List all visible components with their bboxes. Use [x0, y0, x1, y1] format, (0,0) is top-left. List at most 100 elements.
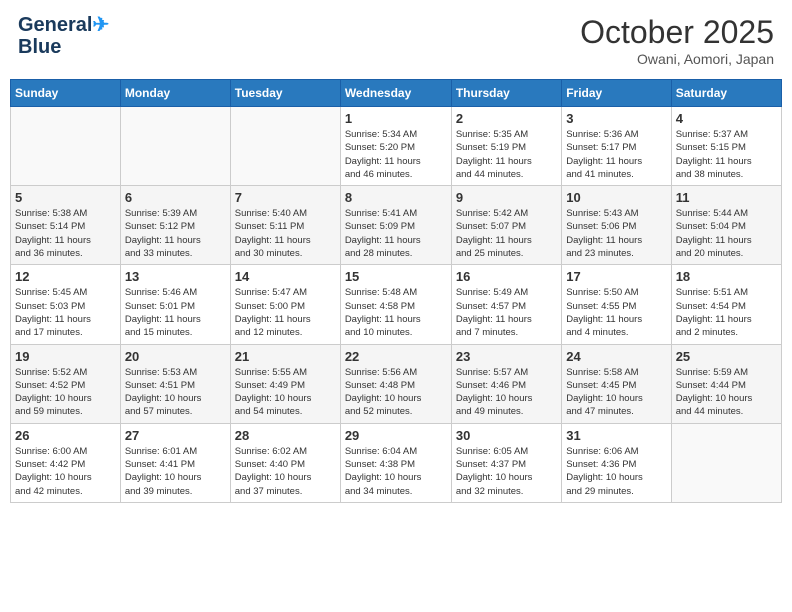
day-number: 2: [456, 111, 557, 126]
day-number: 28: [235, 428, 336, 443]
weekday-header-monday: Monday: [120, 80, 230, 107]
calendar-cell: 16Sunrise: 5:49 AM Sunset: 4:57 PM Dayli…: [451, 265, 561, 344]
calendar-cell: 31 Sunrise: 6:06 AM Sunset: 4:36 PM Dayli…: [562, 423, 671, 502]
week-row-2: 5 Sunrise: 5:38 AM Sunset: 5:14 PM Daylig…: [11, 186, 782, 265]
week-row-3: 12Sunrise: 5:45 AM Sunset: 5:03 PM Dayli…: [11, 265, 782, 344]
calendar-cell: 7Sunrise: 5:40 AM Sunset: 5:11 PM Daylig…: [230, 186, 340, 265]
calendar-cell: 18Sunrise: 5:51 AM Sunset: 4:54 PM Dayli…: [671, 265, 781, 344]
calendar-cell: 17 Sunrise: 5:50 AM Sunset: 4:55 PM Dayli…: [562, 265, 671, 344]
calendar-cell: 12Sunrise: 5:45 AM Sunset: 5:03 PM Dayli…: [11, 265, 121, 344]
calendar-cell: 24 Sunrise: 5:58 AM Sunset: 4:45 PM Dayli…: [562, 344, 671, 423]
day-number: 24: [566, 349, 666, 364]
title-section: October 2025 Owani, Aomori, Japan: [580, 14, 774, 67]
day-info: Sunrise: 5:53 AM Sunset: 4:51 PM Dayligh…: [125, 366, 226, 419]
calendar-cell: [120, 107, 230, 186]
calendar-cell: [671, 423, 781, 502]
weekday-header-wednesday: Wednesday: [340, 80, 451, 107]
day-number: 26: [15, 428, 116, 443]
calendar-cell: 6Sunrise: 5:39 AM Sunset: 5:12 PM Daylig…: [120, 186, 230, 265]
month-title: October 2025: [580, 14, 774, 51]
logo: General✈Blue: [18, 14, 109, 58]
calendar-cell: 25 Sunrise: 5:59 AM Sunset: 4:44 PM Dayli…: [671, 344, 781, 423]
day-info: Sunrise: 5:42 AM Sunset: 5:07 PM Dayligh…: [456, 207, 557, 260]
day-info: Sunrise: 5:40 AM Sunset: 5:11 PM Dayligh…: [235, 207, 336, 260]
calendar-cell: 9 Sunrise: 5:42 AM Sunset: 5:07 PM Daylig…: [451, 186, 561, 265]
day-info: Sunrise: 6:00 AM Sunset: 4:42 PM Dayligh…: [15, 445, 116, 498]
day-number: 3: [566, 111, 666, 126]
calendar-cell: [11, 107, 121, 186]
day-info: Sunrise: 6:02 AM Sunset: 4:40 PM Dayligh…: [235, 445, 336, 498]
day-info: Sunrise: 5:59 AM Sunset: 4:44 PM Dayligh…: [676, 366, 777, 419]
day-number: 12: [15, 269, 116, 284]
day-info: Sunrise: 5:56 AM Sunset: 4:48 PM Dayligh…: [345, 366, 447, 419]
calendar-cell: 15 Sunrise: 5:48 AM Sunset: 4:58 PM Dayli…: [340, 265, 451, 344]
day-info: Sunrise: 5:43 AM Sunset: 5:06 PM Dayligh…: [566, 207, 666, 260]
day-info: Sunrise: 6:04 AM Sunset: 4:38 PM Dayligh…: [345, 445, 447, 498]
day-number: 25: [676, 349, 777, 364]
day-info: Sunrise: 5:36 AM Sunset: 5:17 PM Dayligh…: [566, 128, 666, 181]
day-info: Sunrise: 5:57 AM Sunset: 4:46 PM Dayligh…: [456, 366, 557, 419]
page-header: General✈Blue October 2025 Owani, Aomori,…: [10, 10, 782, 71]
day-info: Sunrise: 5:41 AM Sunset: 5:09 PM Dayligh…: [345, 207, 447, 260]
day-number: 31: [566, 428, 666, 443]
calendar-cell: 22 Sunrise: 5:56 AM Sunset: 4:48 PM Dayli…: [340, 344, 451, 423]
day-info: Sunrise: 5:50 AM Sunset: 4:55 PM Dayligh…: [566, 286, 666, 339]
day-info: Sunrise: 5:37 AM Sunset: 5:15 PM Dayligh…: [676, 128, 777, 181]
calendar-cell: 14Sunrise: 5:47 AM Sunset: 5:00 PM Dayli…: [230, 265, 340, 344]
week-row-1: 1Sunrise: 5:34 AM Sunset: 5:20 PM Daylig…: [11, 107, 782, 186]
day-number: 15: [345, 269, 447, 284]
calendar-cell: 20 Sunrise: 5:53 AM Sunset: 4:51 PM Dayli…: [120, 344, 230, 423]
day-number: 22: [345, 349, 447, 364]
week-row-5: 26 Sunrise: 6:00 AM Sunset: 4:42 PM Dayli…: [11, 423, 782, 502]
logo-text: General✈Blue: [18, 14, 109, 58]
day-info: Sunrise: 6:05 AM Sunset: 4:37 PM Dayligh…: [456, 445, 557, 498]
day-number: 30: [456, 428, 557, 443]
day-info: Sunrise: 5:46 AM Sunset: 5:01 PM Dayligh…: [125, 286, 226, 339]
calendar-cell: 21 Sunrise: 5:55 AM Sunset: 4:49 PM Dayli…: [230, 344, 340, 423]
day-info: Sunrise: 5:38 AM Sunset: 5:14 PM Dayligh…: [15, 207, 116, 260]
day-number: 21: [235, 349, 336, 364]
day-info: Sunrise: 5:55 AM Sunset: 4:49 PM Dayligh…: [235, 366, 336, 419]
day-number: 29: [345, 428, 447, 443]
day-number: 16: [456, 269, 557, 284]
weekday-header-saturday: Saturday: [671, 80, 781, 107]
day-info: Sunrise: 5:35 AM Sunset: 5:19 PM Dayligh…: [456, 128, 557, 181]
day-number: 10: [566, 190, 666, 205]
day-number: 20: [125, 349, 226, 364]
day-number: 1: [345, 111, 447, 126]
calendar-cell: 1Sunrise: 5:34 AM Sunset: 5:20 PM Daylig…: [340, 107, 451, 186]
day-info: Sunrise: 5:47 AM Sunset: 5:00 PM Dayligh…: [235, 286, 336, 339]
calendar-cell: [230, 107, 340, 186]
day-number: 13: [125, 269, 226, 284]
day-number: 19: [15, 349, 116, 364]
calendar-cell: 26 Sunrise: 6:00 AM Sunset: 4:42 PM Dayli…: [11, 423, 121, 502]
day-number: 5: [15, 190, 116, 205]
day-number: 27: [125, 428, 226, 443]
weekday-header-friday: Friday: [562, 80, 671, 107]
calendar-cell: 27 Sunrise: 6:01 AM Sunset: 4:41 PM Dayli…: [120, 423, 230, 502]
day-info: Sunrise: 5:48 AM Sunset: 4:58 PM Dayligh…: [345, 286, 447, 339]
day-info: Sunrise: 6:01 AM Sunset: 4:41 PM Dayligh…: [125, 445, 226, 498]
day-number: 4: [676, 111, 777, 126]
day-info: Sunrise: 5:58 AM Sunset: 4:45 PM Dayligh…: [566, 366, 666, 419]
day-number: 23: [456, 349, 557, 364]
calendar-cell: 19 Sunrise: 5:52 AM Sunset: 4:52 PM Dayli…: [11, 344, 121, 423]
calendar-cell: 5 Sunrise: 5:38 AM Sunset: 5:14 PM Daylig…: [11, 186, 121, 265]
day-info: Sunrise: 5:52 AM Sunset: 4:52 PM Dayligh…: [15, 366, 116, 419]
calendar-cell: 29 Sunrise: 6:04 AM Sunset: 4:38 PM Dayli…: [340, 423, 451, 502]
calendar: SundayMondayTuesdayWednesdayThursdayFrid…: [10, 79, 782, 503]
calendar-cell: 23 Sunrise: 5:57 AM Sunset: 4:46 PM Dayli…: [451, 344, 561, 423]
week-row-4: 19 Sunrise: 5:52 AM Sunset: 4:52 PM Dayli…: [11, 344, 782, 423]
calendar-cell: 30 Sunrise: 6:05 AM Sunset: 4:37 PM Dayli…: [451, 423, 561, 502]
weekday-header-thursday: Thursday: [451, 80, 561, 107]
weekday-header-sunday: Sunday: [11, 80, 121, 107]
day-info: Sunrise: 5:39 AM Sunset: 5:12 PM Dayligh…: [125, 207, 226, 260]
location: Owani, Aomori, Japan: [580, 51, 774, 67]
day-info: Sunrise: 6:06 AM Sunset: 4:36 PM Dayligh…: [566, 445, 666, 498]
calendar-cell: 8 Sunrise: 5:41 AM Sunset: 5:09 PM Daylig…: [340, 186, 451, 265]
day-number: 17: [566, 269, 666, 284]
calendar-cell: 3 Sunrise: 5:36 AM Sunset: 5:17 PM Daylig…: [562, 107, 671, 186]
day-info: Sunrise: 5:51 AM Sunset: 4:54 PM Dayligh…: [676, 286, 777, 339]
day-number: 9: [456, 190, 557, 205]
day-number: 8: [345, 190, 447, 205]
